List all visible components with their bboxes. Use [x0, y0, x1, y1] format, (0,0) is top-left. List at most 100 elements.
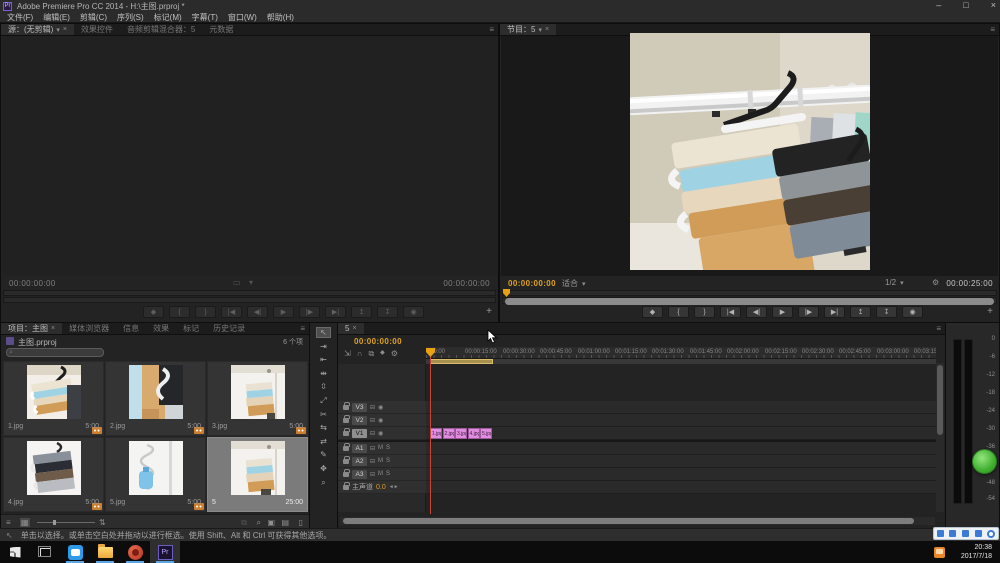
play-button[interactable]: ▶ [772, 306, 793, 318]
go-to-in-button[interactable]: |◀ [720, 306, 741, 318]
track-lane-v3[interactable] [426, 401, 936, 414]
track-lane-v1[interactable]: 1.jpg 2.jpg 3.jpg 4.jpg 5.jpg [426, 427, 936, 440]
solo-button[interactable]: S [386, 445, 390, 451]
floating-update-ball[interactable] [972, 449, 997, 474]
ime-punct-icon[interactable] [962, 530, 969, 537]
source-time-ruler[interactable] [3, 290, 496, 296]
nest-toggle-icon[interactable]: ⇲ [344, 349, 351, 359]
sync-lock-icon[interactable]: ⊟ [370, 404, 375, 411]
track-header-master[interactable]: 主声道 0.0 ◄► [338, 481, 426, 494]
track-select-backward-tool[interactable]: ⇤ [317, 355, 330, 364]
sort-icon[interactable]: ⇅ [99, 518, 106, 527]
track-header-v1[interactable]: V1 ⊟ ◉ [338, 427, 426, 440]
menu-title[interactable]: 字幕(T) [189, 12, 221, 23]
taskbar-app-red[interactable] [120, 541, 150, 563]
tab-metadata[interactable]: 元数据 [202, 24, 240, 35]
play-button[interactable]: ▶ [273, 306, 294, 318]
track-header-a1[interactable]: A1 ⊟ M S [338, 442, 426, 455]
tray-orange-app[interactable] [925, 541, 955, 563]
list-view-icon[interactable]: ≡ [6, 518, 11, 527]
track-output-eye-icon[interactable]: ◉ [378, 404, 383, 411]
sync-lock-icon[interactable]: ⊟ [370, 445, 375, 452]
extract-button[interactable]: ↧ [876, 306, 897, 318]
zoom-level-select[interactable]: 适合 ▾ [562, 278, 586, 289]
track-name[interactable]: V2 [352, 416, 367, 425]
go-to-out-button[interactable]: ▶| [325, 306, 346, 318]
close-tab-icon[interactable]: × [51, 325, 55, 332]
menu-help[interactable]: 帮助(H) [264, 12, 297, 23]
rate-stretch-tool[interactable]: ⤢ [317, 396, 330, 405]
step-back-button[interactable]: ◀| [746, 306, 767, 318]
taskbar-file-explorer[interactable] [90, 541, 120, 563]
tab-audio-clip-mixer[interactable]: 音频剪辑混合器：5 [120, 24, 202, 35]
step-back-button[interactable]: ◀| [247, 306, 268, 318]
timeline-playhead-line[interactable] [430, 349, 431, 514]
mute-button[interactable]: M [378, 445, 383, 451]
close-button[interactable]: × [991, 0, 996, 10]
mark-in-button[interactable]: { [169, 306, 190, 318]
track-name[interactable]: A3 [352, 470, 367, 479]
ime-mode-icon[interactable] [937, 530, 944, 537]
tab-program[interactable]: 节目：5 ▾ × [500, 24, 556, 35]
linked-selection-icon[interactable]: ⧉ [368, 349, 374, 359]
add-marker-button[interactable]: ◆ [143, 306, 164, 318]
clip-4[interactable]: 4.jpg [468, 428, 480, 439]
tab-sequence-5[interactable]: 5 × [338, 323, 364, 334]
tab-effect-controls[interactable]: 效果控件 [74, 24, 120, 35]
razor-tool[interactable]: ✂ [317, 410, 330, 419]
menu-file[interactable]: 文件(F) [4, 12, 36, 23]
button-editor-icon[interactable]: + [486, 306, 492, 317]
panel-menu-icon[interactable]: ≡ [300, 325, 305, 333]
task-view-button[interactable] [30, 541, 60, 563]
zoom-slider[interactable] [37, 522, 95, 523]
clip-1[interactable]: 1.jpg [430, 428, 442, 439]
lock-icon[interactable] [343, 418, 349, 423]
tab-project[interactable]: 项目：主图 × [1, 323, 62, 334]
selection-tool[interactable]: ↖ [317, 328, 330, 337]
go-to-in-button[interactable]: |◀ [221, 306, 242, 318]
sync-lock-icon[interactable]: ⊟ [370, 430, 375, 437]
sync-lock-icon[interactable]: ⊟ [370, 458, 375, 465]
track-lane-a1[interactable] [426, 442, 936, 455]
track-lane-a2[interactable] [426, 455, 936, 468]
track-lane-v2[interactable] [426, 414, 936, 427]
source-zoom-scrollbar[interactable] [3, 297, 496, 303]
track-name[interactable]: A1 [352, 444, 367, 453]
step-forward-button[interactable]: |▶ [798, 306, 819, 318]
ime-toolbar[interactable] [933, 527, 999, 540]
sync-lock-icon[interactable]: ⊟ [370, 417, 375, 424]
track-header-v2[interactable]: V2 ⊟ ◉ [338, 414, 426, 427]
ime-menu-icon[interactable] [987, 530, 995, 538]
clip-5[interactable]: 5.jpg [480, 428, 492, 439]
tab-effects[interactable]: 效果 [146, 323, 176, 334]
project-item-1[interactable]: 1.jpg5:00 [3, 361, 104, 436]
keyframe-nav-icon[interactable]: ◄► [389, 484, 399, 490]
menu-marker[interactable]: 标记(M) [151, 12, 185, 23]
ripple-edit-tool[interactable]: ⇹ [317, 369, 330, 378]
chevron-down-icon[interactable]: ▾ [249, 278, 253, 287]
track-lane-master[interactable] [426, 481, 936, 494]
lock-icon[interactable] [343, 485, 349, 490]
taskbar-premiere[interactable]: Pr [150, 541, 180, 563]
solo-button[interactable]: S [386, 471, 390, 477]
playback-resolution-select[interactable]: 1/2 ▾ [885, 278, 904, 287]
timeline-vertical-scrollbar[interactable] [936, 363, 944, 512]
mute-button[interactable]: M [378, 458, 383, 464]
project-item-2[interactable]: 2.jpg5:00 [105, 361, 206, 436]
new-item-icon[interactable]: ▤ [281, 518, 289, 527]
track-output-eye-icon[interactable]: ◉ [378, 430, 383, 437]
automate-to-sequence-icon[interactable]: ⧉ [241, 518, 247, 528]
clip-3[interactable]: 3.jpg [455, 428, 467, 439]
close-tab-icon[interactable]: × [63, 26, 67, 33]
tab-info[interactable]: 信息 [116, 323, 146, 334]
tab-markers[interactable]: 标记 [176, 323, 206, 334]
slide-tool[interactable]: ⇄ [317, 437, 330, 446]
taskbar-app-blue[interactable] [60, 541, 90, 563]
close-tab-icon[interactable]: × [545, 26, 549, 33]
mark-out-button[interactable]: } [694, 306, 715, 318]
tab-source[interactable]: 源：(无剪辑) ▾ × [1, 24, 74, 35]
track-lane-a3[interactable] [426, 468, 936, 481]
panel-menu-icon[interactable]: ≡ [489, 26, 494, 34]
menu-window[interactable]: 窗口(W) [225, 12, 260, 23]
program-zoom-scrollbar[interactable] [502, 297, 997, 304]
